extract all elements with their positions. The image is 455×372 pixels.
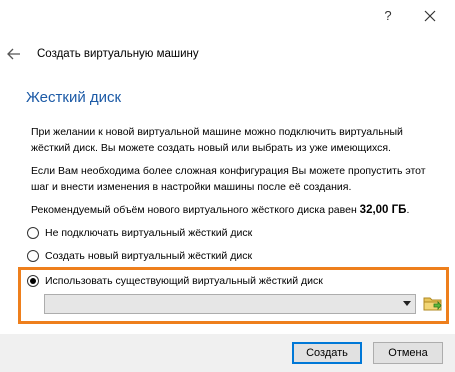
intro-paragraph: При желании к новой виртуальной машине м… (31, 124, 441, 156)
option-new-disk-label: Создать новый виртуальный жёсткий диск (45, 250, 253, 262)
wizard-header: Создать виртуальную машину (0, 40, 455, 70)
recommended-size-text: Рекомендуемый объём нового виртуального … (31, 204, 360, 216)
help-button[interactable]: ? (380, 8, 396, 26)
close-button[interactable] (418, 5, 442, 27)
radio-no-disk[interactable] (27, 227, 39, 239)
intro-line-1: При желании к новой виртуальной машине м… (31, 126, 403, 138)
create-button[interactable]: Создать (292, 342, 362, 364)
recommended-size-value: 32,00 ГБ (359, 204, 407, 216)
advanced-paragraph: Если Вам необходима более сложная конфиг… (31, 163, 441, 195)
radio-existing-disk[interactable] (27, 275, 39, 287)
option-no-disk-label: Не подключать виртуальный жёсткий диск (45, 227, 253, 239)
section-heading: Жесткий диск (26, 89, 122, 106)
option-no-disk[interactable]: Не подключать виртуальный жёсткий диск (27, 225, 252, 241)
back-button[interactable] (6, 46, 22, 62)
chevron-down-icon (403, 301, 411, 306)
choose-disk-file-button[interactable] (423, 293, 443, 313)
advanced-line-2: шаг и внести изменения в настройки машин… (31, 181, 352, 193)
close-icon (424, 10, 436, 22)
intro-line-2: жёсткий диск. Вы можете создать новый ил… (31, 142, 391, 154)
title-bar: ? (0, 0, 455, 34)
option-existing-disk[interactable]: Использовать существующий виртуальный жё… (27, 273, 323, 289)
option-existing-disk-label: Использовать существующий виртуальный жё… (45, 275, 323, 287)
folder-icon (423, 297, 442, 311)
advanced-line-1: Если Вам необходима более сложная конфиг… (31, 165, 426, 177)
recommended-size-paragraph: Рекомендуемый объём нового виртуального … (31, 202, 441, 218)
wizard-title: Создать виртуальную машину (37, 48, 199, 60)
cancel-button[interactable]: Отмена (373, 342, 443, 364)
radio-new-disk[interactable] (27, 250, 39, 262)
option-new-disk[interactable]: Создать новый виртуальный жёсткий диск (27, 248, 252, 264)
disk-select[interactable] (44, 294, 416, 314)
back-arrow-icon (7, 48, 20, 60)
recommended-size-end: . (406, 204, 410, 216)
